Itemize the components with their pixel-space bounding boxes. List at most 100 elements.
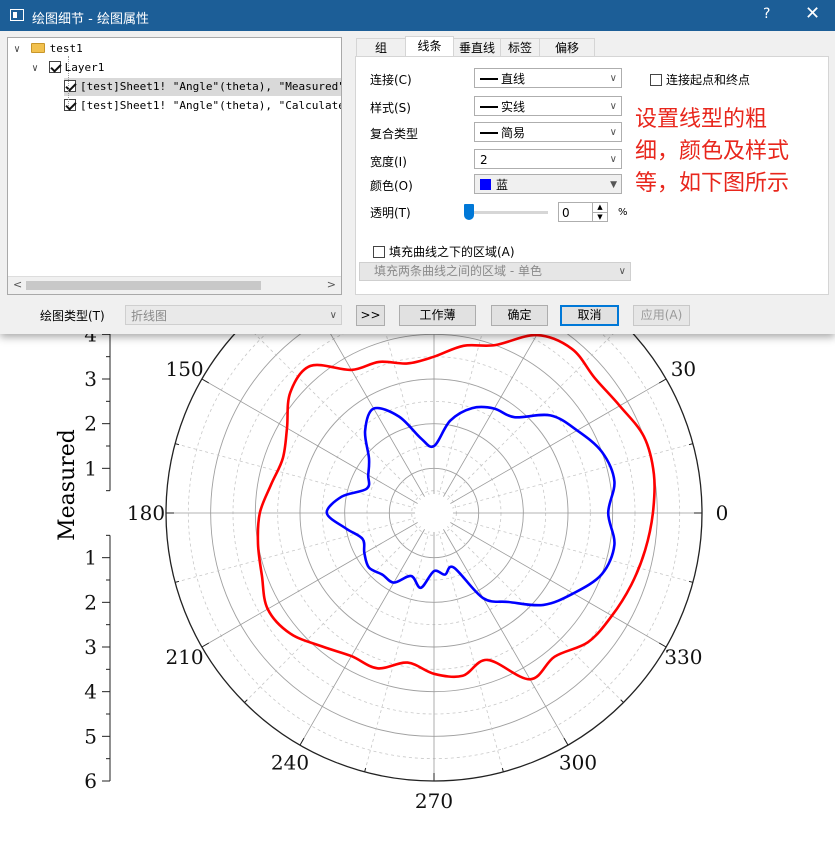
annotation-line-3: 等，如下图所示 [635,171,790,196]
horizontal-scrollbar[interactable]: < > [8,276,341,294]
plot-type-select: 折线图 ∨ [125,305,342,325]
plot-tree: ∨ test1 ∨ Layer1 [test]Sheet1! "Angle"(t… [7,37,342,295]
angle-tick [364,767,367,772]
composite-select[interactable]: 简易 ∨ [474,122,622,142]
spin-down-icon[interactable]: ▼ [593,213,607,221]
minor-grid-spoke [175,512,435,583]
fill-area-option[interactable]: 填充曲线之下的区域(A) [373,243,515,260]
chevron-down-icon[interactable]: ∨ [32,60,42,78]
slider-thumb[interactable] [464,204,474,220]
minor-grid-spoke [364,512,435,772]
minor-grid-spoke [244,512,435,703]
window-icon [10,9,24,21]
radial-tick-label: 3 [84,635,97,659]
tree-label-root: test1 [49,42,83,55]
radial-tick-label: 6 [84,769,97,793]
tree-label-layer: Layer1 [64,61,105,74]
layer-checkbox[interactable] [48,61,61,73]
transparency-slider[interactable] [464,204,548,226]
major-grid-spoke [433,512,569,746]
tree-item-measured[interactable]: [test]Sheet1! "Angle"(theta), "Measured" [64,78,342,96]
transparency-input[interactable]: 0 ▲ ▼ [558,202,608,222]
ok-button[interactable]: 确定 [491,305,548,326]
connect-endpoints-option[interactable]: 连接起点和终点 [650,71,750,88]
connect-label: 连接(C) [370,73,412,87]
close-icon[interactable]: ✕ [805,3,820,24]
style-select[interactable]: 实线 ∨ [474,96,622,116]
spin-buttons[interactable]: ▲ ▼ [592,203,607,221]
minor-grid-spoke [433,512,693,583]
workbook-button[interactable]: 工作薄 [399,305,476,326]
tab-group[interactable]: 组 [356,38,406,56]
minor-grid-spoke [244,323,435,514]
radial-tick-label: 3 [84,367,97,391]
fill-area-checkbox[interactable] [373,246,385,258]
tree-label-plot-calculated: [test]Sheet1! "Angle"(theta), "Calculate… [80,99,342,112]
angle-tick [501,767,504,772]
tree-label-plot-measured: [test]Sheet1! "Angle"(theta), "Measured" [80,80,342,93]
angle-tick-label: 330 [664,645,702,669]
angle-tick [688,443,693,446]
chevron-down-icon: ∨ [609,154,617,165]
scroll-left-icon[interactable]: < [13,278,22,291]
tab-labels[interactable]: 标签 [500,38,540,56]
folder-icon [30,43,45,53]
tab-drop-lines[interactable]: 垂直线 [453,38,501,56]
minor-grid-spoke [175,443,435,514]
style-label: 样式(S) [370,101,411,115]
line-sample-icon [480,132,498,134]
connect-select[interactable]: 直线 ∨ [474,68,622,88]
tab-offset[interactable]: 偏移 [539,38,595,56]
chevron-down-icon: ∨ [609,101,617,112]
angle-tick-label: 300 [559,750,597,774]
center-hole [415,494,453,532]
plot-checkbox-calculated[interactable] [64,99,76,111]
minor-grid-spoke [433,512,624,703]
width-select[interactable]: 2 ∨ [474,149,622,169]
fill-mode-value: 填充两条曲线之间的区域 - 单色 [374,264,542,278]
angle-tick-label: 240 [271,750,309,774]
major-grid-spoke [433,512,667,648]
scrollbar-thumb[interactable] [26,281,261,290]
help-icon[interactable]: ? [763,6,770,22]
series-line-measured [256,333,656,681]
width-label: 宽度(I) [370,155,407,169]
cancel-button[interactable]: 取消 [560,305,619,326]
chevron-down-icon[interactable]: ∨ [14,41,24,59]
radial-tick-label: 2 [84,412,97,436]
spin-up-icon[interactable]: ▲ [593,203,607,213]
style-value: 实线 [501,100,526,114]
chevron-down-icon: ∨ [609,73,617,84]
tab-line[interactable]: 线条 [405,36,454,56]
connect-endpoints-label: 连接起点和终点 [666,73,751,87]
color-label: 颜色(O) [370,179,413,193]
composite-value: 简易 [501,126,526,140]
expand-button[interactable]: >> [356,305,385,326]
radial-tick-label: 2 [84,590,97,614]
radial-tick-label: 1 [84,546,97,570]
transparency-value: 0 [562,206,570,220]
tree-item-test1[interactable]: ∨ test1 [14,40,83,58]
major-grid-spoke [299,512,435,746]
color-value: 蓝 [496,178,509,192]
scroll-right-icon[interactable]: > [327,278,336,291]
angle-tick-label: 180 [127,501,165,525]
plot-checkbox-measured[interactable] [64,80,76,92]
title-bar: 绘图细节 - 绘图属性 ? ✕ [0,0,835,31]
width-value: 2 [480,153,488,167]
connect-value: 直线 [501,72,526,86]
color-swatch [480,179,491,190]
radial-tick-label: 5 [84,724,97,748]
plot-type-value: 折线图 [131,309,168,323]
color-select[interactable]: 蓝 ▼ [474,174,622,194]
chevron-down-icon: ∨ [329,310,337,321]
angle-tick-label: 270 [415,789,453,813]
angle-tick-label: 0 [716,501,729,525]
dropdown-arrow-icon: ▼ [610,180,617,190]
angle-tick-label: 30 [671,357,696,381]
angle-tick [175,443,180,446]
annotation-line-1: 设置线型的粗 [635,107,768,132]
connect-endpoints-checkbox[interactable] [650,74,662,86]
tree-item-calculated[interactable]: [test]Sheet1! "Angle"(theta), "Calculate… [64,97,342,115]
plot-details-dialog: 绘图细节 - 绘图属性 ? ✕ ∨ test1 ∨ Layer1 [test]S… [0,0,835,334]
